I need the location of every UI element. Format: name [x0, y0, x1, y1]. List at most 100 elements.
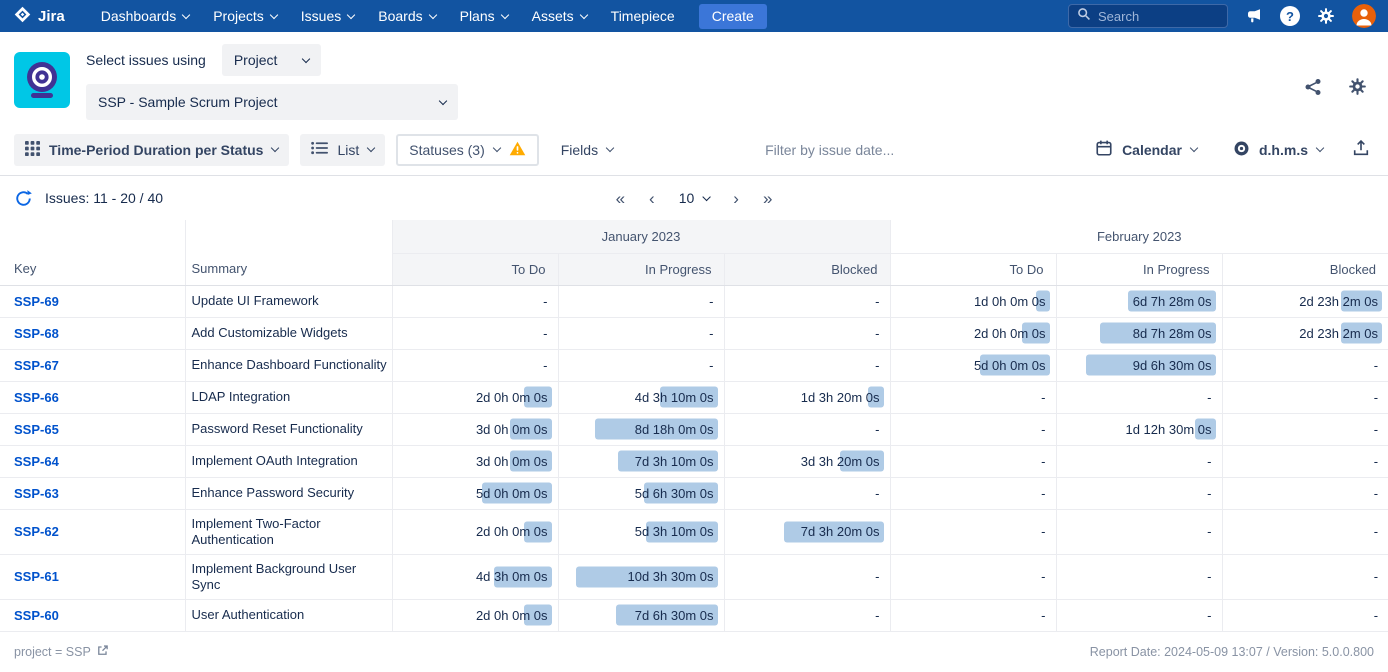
issue-key-link[interactable]: SSP-60 [14, 608, 59, 623]
duration-cell: - [724, 317, 890, 349]
issue-source-select[interactable]: Project [222, 44, 322, 76]
table-body: SSP-69Update UI Framework---1d 0h 0m 0s6… [0, 285, 1388, 631]
announcement-icon[interactable] [1244, 7, 1264, 25]
statuses-select[interactable]: Statuses (3) [396, 134, 538, 166]
duration-cell: 3d 0h 0m 0s [392, 413, 558, 445]
issue-key-link[interactable]: SSP-69 [14, 294, 59, 309]
nav-item-projects[interactable]: Projects [201, 0, 289, 32]
issue-summary: Implement Background User Sync [185, 554, 392, 599]
nav-item-label: Boards [378, 8, 422, 24]
user-avatar[interactable] [1352, 4, 1376, 28]
issue-summary: Enhance Password Security [185, 477, 392, 509]
time-format-select[interactable]: d.h.m.s [1222, 134, 1334, 166]
table-row: SSP-67Enhance Dashboard Functionality---… [0, 349, 1388, 381]
duration-cell: - [558, 349, 724, 381]
nav-item-plans[interactable]: Plans [448, 0, 520, 32]
issue-key-link[interactable]: SSP-61 [14, 569, 59, 584]
duration-cell: 5d 0h 0m 0s [392, 477, 558, 509]
month-header: January 2023 [392, 220, 890, 253]
duration-cell: - [1222, 381, 1388, 413]
search-box[interactable] [1068, 4, 1228, 28]
share-icon[interactable] [1303, 77, 1323, 97]
duration-value: - [875, 326, 879, 341]
nav-item-timepiece[interactable]: Timepiece [599, 0, 687, 32]
issue-key-link[interactable]: SSP-65 [14, 422, 59, 437]
nav-item-issues[interactable]: Issues [289, 0, 366, 32]
duration-value: 2d 0h 0m 0s [476, 524, 548, 539]
status-header: To Do [392, 253, 558, 285]
key-cell: SSP-68 [0, 317, 185, 349]
duration-cell: 4d 3h 10m 0s [558, 381, 724, 413]
view-type-label: List [337, 142, 359, 158]
calendar-select[interactable]: Calendar [1084, 134, 1208, 166]
duration-cell: - [392, 317, 558, 349]
external-link-icon[interactable] [96, 644, 109, 660]
search-input[interactable] [1098, 9, 1219, 24]
duration-value: - [1374, 454, 1378, 469]
duration-cell: - [1056, 477, 1222, 509]
project-select[interactable]: SSP - Sample Scrum Project [86, 84, 458, 120]
page-size-value: 10 [679, 190, 695, 206]
issue-key-link[interactable]: SSP-64 [14, 454, 59, 469]
issue-key-link[interactable]: SSP-63 [14, 486, 59, 501]
next-page-button[interactable]: › [733, 190, 739, 207]
duration-cell: - [1056, 599, 1222, 631]
issues-count-label: Issues: 11 - 20 / 40 [45, 190, 163, 206]
table-row: SSP-64Implement OAuth Integration3d 0h 0… [0, 445, 1388, 477]
duration-value: 5d 0h 0m 0s [476, 486, 548, 501]
create-button[interactable]: Create [699, 4, 767, 29]
jira-logo-text: Jira [38, 8, 65, 25]
table-row: SSP-65Password Reset Functionality3d 0h … [0, 413, 1388, 445]
report-type-select[interactable]: Time-Period Duration per Status [14, 134, 289, 166]
issue-key-link[interactable]: SSP-66 [14, 390, 59, 405]
duration-value: 4d 3h 0m 0s [476, 569, 548, 584]
fields-label: Fields [561, 142, 598, 158]
duration-value: 2d 0h 0m 0s [476, 390, 548, 405]
duration-cell: 1d 0h 0m 0s [890, 285, 1056, 317]
table-row: SSP-63 Enhance Password Security 5d 0h 0m … [0, 477, 1388, 509]
table-row: SSP-68Add Customizable Widgets---2d 0h 0… [0, 317, 1388, 349]
chevron-down-icon [1190, 144, 1198, 152]
last-page-button[interactable]: » [763, 190, 772, 207]
duration-cell: - [1222, 445, 1388, 477]
settings-gear-icon[interactable] [1316, 6, 1336, 26]
nav-item-assets[interactable]: Assets [520, 0, 599, 32]
issue-key-link[interactable]: SSP-67 [14, 358, 59, 373]
fields-select[interactable]: Fields [550, 134, 624, 166]
duration-value: 9d 6h 30m 0s [1133, 358, 1212, 373]
duration-value: - [543, 326, 547, 341]
header-actions [1303, 76, 1368, 97]
duration-value: 2d 0h 0m 0s [974, 326, 1046, 341]
chevron-down-icon [367, 144, 375, 152]
issues-bar: Issues: 11 - 20 / 40 « ‹ 10 › » [0, 176, 1388, 220]
duration-cell: 5d 3h 10m 0s [558, 509, 724, 554]
report-toolbar: Time-Period Duration per Status List Sta… [0, 124, 1388, 176]
first-page-button[interactable]: « [616, 190, 625, 207]
help-icon[interactable]: ? [1280, 6, 1300, 26]
duration-value: - [1041, 569, 1045, 584]
view-type-select[interactable]: List [300, 134, 385, 166]
duration-value: 5d 3h 10m 0s [635, 524, 714, 539]
jira-logo[interactable]: Jira [14, 6, 65, 27]
export-button[interactable] [1348, 134, 1374, 166]
prev-page-button[interactable]: ‹ [649, 190, 655, 207]
report-settings-gear-icon[interactable] [1347, 76, 1368, 97]
duration-cell: 7d 3h 20m 0s [724, 509, 890, 554]
calendar-label: Calendar [1122, 142, 1182, 158]
issue-summary: LDAP Integration [185, 381, 392, 413]
refresh-button[interactable] [14, 189, 33, 208]
issue-key-link[interactable]: SSP-68 [14, 326, 59, 341]
issue-date-filter-input[interactable] [765, 142, 945, 158]
page-size-select[interactable]: 10 [679, 190, 710, 206]
issue-key-link[interactable]: SSP-62 [14, 524, 59, 539]
chevron-down-icon [347, 10, 355, 18]
duration-value: - [875, 294, 879, 309]
duration-value: 7d 3h 10m 0s [635, 454, 714, 469]
duration-value: 1d 12h 30m 0s [1125, 422, 1211, 437]
warning-icon [509, 141, 526, 159]
nav-item-dashboards[interactable]: Dashboards [89, 0, 202, 32]
duration-cell: - [890, 381, 1056, 413]
nav-item-boards[interactable]: Boards [366, 0, 447, 32]
duration-value: - [1041, 422, 1045, 437]
chevron-down-icon [702, 192, 710, 200]
